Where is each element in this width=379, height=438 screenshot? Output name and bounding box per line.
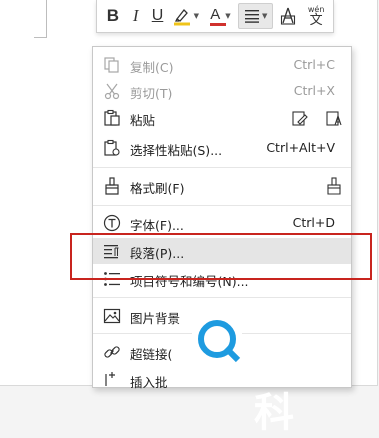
menu-item-label: 字体(F)... (130, 218, 184, 233)
menu-item-shortcut: Ctrl+Alt+V (266, 140, 335, 155)
menu-divider (93, 297, 351, 298)
paragraph-align-button[interactable]: ▼ (237, 3, 274, 29)
clipboard-special-icon (104, 139, 120, 156)
font-color-letter: A (210, 5, 221, 23)
bold-button[interactable]: B (103, 4, 123, 28)
menu-divider (93, 167, 351, 168)
font-color-swatch (210, 23, 227, 26)
italic-button[interactable]: I (127, 4, 145, 28)
menu-item-paste[interactable]: 粘贴 (93, 105, 351, 131)
menu-item-cut[interactable]: 剪切(T) Ctrl+X (93, 78, 351, 104)
menu-item-label: 剪切(T) (130, 86, 173, 101)
chevron-down-icon: ▼ (193, 12, 199, 20)
clipboard-icon (104, 109, 120, 126)
scissors-icon (104, 83, 120, 100)
pconline-logo-icon (192, 314, 242, 364)
highlighter-icon (173, 9, 190, 26)
pinyin-guide-button[interactable]: wén 文 (303, 4, 329, 28)
page-corner-mark (34, 0, 47, 38)
watermark-brand-main: IT百科 (254, 332, 340, 436)
menu-item-label: 复制(C) (130, 60, 174, 75)
text-style-icon (281, 7, 296, 25)
format-painter-icon (105, 177, 119, 195)
highlight-color-button[interactable]: ▼ (170, 4, 200, 28)
copy-icon (104, 57, 119, 73)
paste-keep-format-icon[interactable] (291, 109, 309, 127)
font-color-button[interactable]: A ▼ (204, 4, 234, 28)
chevron-down-icon: ▼ (225, 12, 231, 20)
menu-item-format-painter[interactable]: 格式刷(F) (93, 173, 351, 199)
align-justify-icon (244, 10, 259, 23)
watermark: PConline IT百科 (188, 302, 379, 436)
underline-button[interactable]: U (149, 4, 167, 28)
image-icon (103, 308, 121, 324)
menu-item-copy[interactable]: 复制(C) Ctrl+C (93, 52, 351, 78)
link-icon (104, 346, 120, 358)
menu-item-label: 超链接( (130, 347, 173, 362)
format-painter-quick-icon[interactable] (325, 177, 343, 195)
menu-item-label: 选择性粘贴(S)... (130, 143, 223, 158)
chevron-down-icon: ▼ (261, 12, 268, 20)
paste-text-only-icon[interactable] (325, 109, 343, 127)
menu-item-shortcut: Ctrl+X (293, 83, 335, 98)
menu-item-label: 图片背景 (130, 311, 181, 326)
menu-item-paste-special[interactable]: 选择性粘贴(S)... Ctrl+Alt+V (93, 135, 351, 161)
menu-divider (93, 205, 351, 206)
highlight-box (70, 233, 372, 280)
styles-button[interactable] (277, 4, 299, 28)
menu-item-shortcut: Ctrl+D (292, 215, 335, 230)
menu-item-label: 格式刷(F) (130, 181, 185, 196)
pinyin-guide-char: 文 (309, 12, 323, 28)
insert-comment-icon (105, 372, 115, 386)
menu-item-shortcut: Ctrl+C (293, 57, 335, 72)
mini-toolbar: B I U ▼ A ▼ ▼ wén 文 (96, 0, 334, 33)
menu-item-label: 粘贴 (130, 113, 156, 128)
font-icon (103, 214, 121, 232)
